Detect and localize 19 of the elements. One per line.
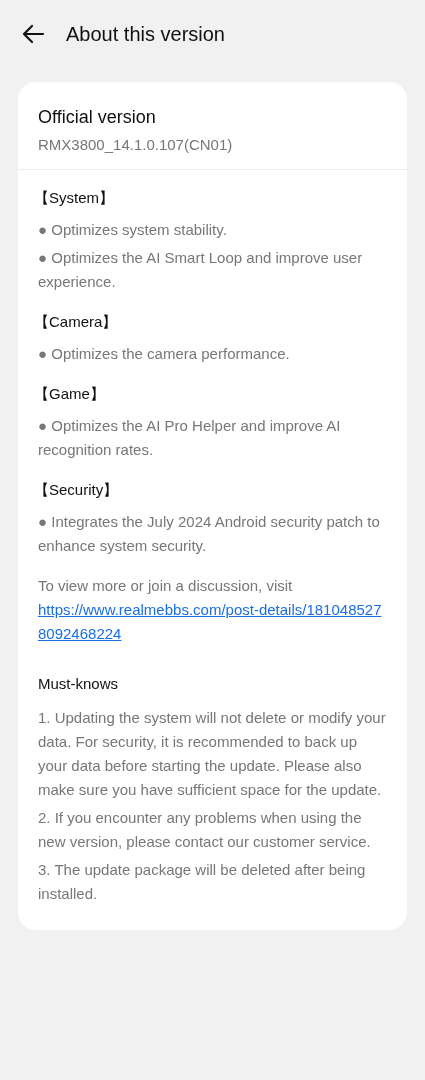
must-know-item: 3. The update package will be deleted after being installed.	[38, 860, 367, 904]
changelog-item: ● Optimizes the camera performance.	[38, 344, 291, 364]
page-title: About this version	[66, 22, 225, 47]
section-heading: 【Security】	[34, 480, 120, 500]
section-heading: 【System】	[34, 188, 115, 208]
must-know-item: 1. Updating the system will not delete or modify your data. For security, it is recommended to back up your data before starting the update. Please also make sure you have sufficient space for the update.	[38, 708, 387, 800]
must-knows-heading: Must-knows	[38, 674, 120, 694]
changelog-item: ● Optimizes system stability.	[38, 220, 228, 240]
section-heading: 【Game】	[34, 384, 106, 404]
must-know-item: 2. If you encounter any problems when using the new version, please contact our customer service.	[38, 808, 372, 852]
version-title: Official version	[38, 106, 157, 129]
version-number: RMX3800_14.1.0.107(CN01)	[38, 135, 234, 155]
changelog-item: ● Optimizes the AI Pro Helper and improve AI recognition rates.	[38, 416, 342, 460]
section-heading: 【Camera】	[34, 312, 119, 332]
changelog-item: ● Integrates the July 2024 Android security patch to enhance system security.	[38, 512, 381, 556]
visit-text: To view more or join a discussion, visit	[38, 576, 294, 596]
changelog-item: ● Optimizes the AI Smart Loop and improve user experience.	[38, 248, 364, 292]
back-arrow-icon	[21, 24, 45, 44]
discussion-link[interactable]: https://www.realmebbs.com/post-details/1810485278092468224	[38, 598, 387, 646]
